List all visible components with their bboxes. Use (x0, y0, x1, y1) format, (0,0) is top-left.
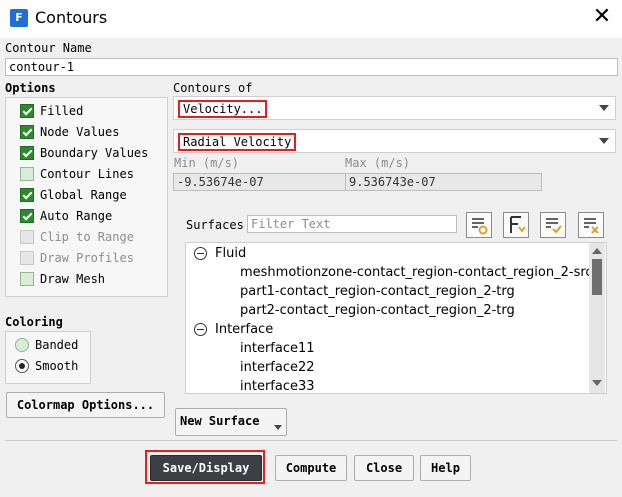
options-group: Filled Node Values Boundary Values Conto… (5, 97, 168, 297)
option-draw-mesh[interactable]: Draw Mesh (20, 269, 105, 287)
colormap-options-button[interactable]: Colormap Options... (6, 392, 165, 418)
close-button[interactable]: Close (354, 455, 414, 481)
radio-smooth[interactable]: Smooth (15, 356, 78, 374)
scroll-down-icon[interactable] (592, 379, 602, 387)
option-draw-profiles: Draw Profiles (20, 248, 134, 266)
contours-of-quantity-value: Velocity... (178, 100, 268, 118)
contours-of-quantity-select[interactable]: Velocity... (173, 96, 616, 120)
options-label: Options (5, 81, 56, 95)
coloring-group: Banded Smooth (5, 331, 91, 384)
window-title: Contours (35, 8, 108, 27)
scroll-up-icon[interactable] (592, 247, 602, 255)
contour-name-input[interactable]: contour-1 (5, 58, 618, 76)
contours-of-label: Contours of (173, 81, 253, 95)
surface-item[interactable]: part2-contact_region-contact_region_2-tr… (240, 301, 515, 320)
radio-banded[interactable]: Banded (15, 335, 78, 353)
min-value-field: -9.53674e-07 (173, 173, 370, 191)
chevron-down-icon (274, 425, 282, 430)
contours-of-component-value: Radial Velocity (178, 133, 297, 151)
checkbox-draw-mesh[interactable] (20, 271, 34, 286)
surface-item[interactable]: interface22 (240, 358, 315, 377)
option-clip-to-range: Clip to Range (20, 227, 134, 245)
radio-smooth-button[interactable] (15, 358, 29, 373)
option-contour-lines[interactable]: Contour Lines (20, 164, 134, 182)
surface-item[interactable]: meshmotionzone-contact_region-contact_re… (240, 263, 593, 282)
min-label: Min (m/s) (174, 156, 240, 170)
surfaces-scrollbar[interactable] (589, 243, 605, 393)
coloring-label: Coloring (5, 315, 63, 329)
new-surface-button[interactable]: New Surface (175, 408, 287, 436)
collapse-interface-icon[interactable] (194, 323, 207, 336)
filter-surfaces-icon[interactable] (503, 212, 529, 238)
surfaces-tree[interactable]: Fluid meshmotionzone-contact_region-cont… (185, 242, 607, 394)
check-surfaces-icon[interactable] (540, 212, 566, 238)
surface-group-interface[interactable]: Interface (215, 320, 273, 339)
max-value-field: 9.536743e-07 (345, 173, 542, 191)
collapse-fluid-icon[interactable] (194, 247, 207, 260)
clear-surfaces-icon[interactable] (578, 212, 604, 238)
checkbox-node-values[interactable] (20, 124, 34, 139)
option-boundary-values[interactable]: Boundary Values (20, 143, 148, 161)
checkbox-boundary-values[interactable] (20, 145, 34, 160)
chevron-down-icon (599, 138, 609, 144)
option-global-range[interactable]: Global Range (20, 185, 127, 203)
contours-of-component-select[interactable]: Radial Velocity (173, 129, 616, 153)
select-all-surfaces-icon[interactable] (466, 212, 492, 238)
checkbox-auto-range[interactable] (20, 208, 34, 223)
surfaces-filter-input[interactable]: Filter Text (247, 215, 457, 233)
checkbox-draw-profiles (20, 250, 34, 265)
close-icon[interactable]: ✕ (590, 5, 614, 29)
separator (5, 440, 617, 441)
chevron-down-icon (599, 105, 609, 111)
max-label: Max (m/s) (345, 156, 411, 170)
radio-banded-button[interactable] (15, 337, 29, 352)
surface-item[interactable]: part1-contact_region-contact_region_2-tr… (240, 282, 515, 301)
checkbox-clip-to-range (20, 229, 34, 244)
surface-item[interactable]: interface11 (240, 339, 315, 358)
checkbox-contour-lines[interactable] (20, 166, 34, 181)
option-node-values[interactable]: Node Values (20, 122, 119, 140)
option-auto-range[interactable]: Auto Range (20, 206, 112, 224)
help-button[interactable]: Help (420, 455, 471, 481)
checkbox-filled[interactable] (20, 103, 34, 118)
option-filled[interactable]: Filled (20, 101, 83, 119)
surface-item[interactable]: interface33 (240, 377, 315, 393)
checkbox-global-range[interactable] (20, 187, 34, 202)
surfaces-label: Surfaces (186, 218, 244, 232)
save-display-button[interactable]: Save/Display (150, 455, 262, 481)
contour-name-label: Contour Name (5, 41, 92, 55)
app-icon: F (10, 9, 28, 27)
scrollbar-thumb[interactable] (592, 259, 602, 295)
compute-button[interactable]: Compute (275, 455, 347, 481)
surface-group-fluid[interactable]: Fluid (215, 244, 246, 263)
